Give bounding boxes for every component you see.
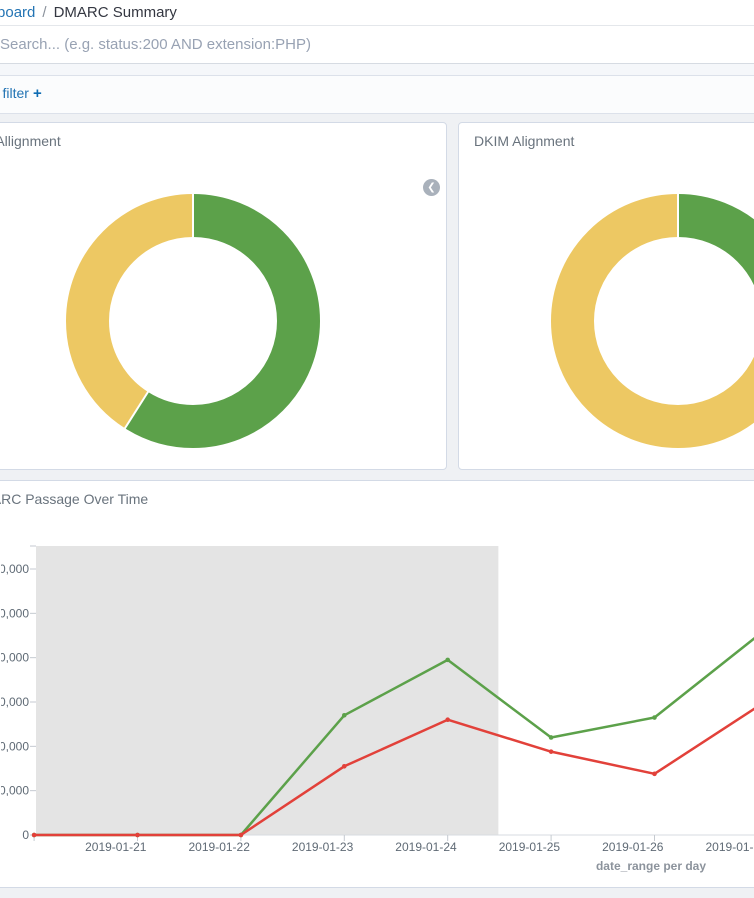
y-tick-label: 10,000: [1, 784, 29, 798]
data-point-dmarc_pass[interactable]: [342, 713, 347, 718]
breadcrumb-row: Dashboard / DMARC Summary: [0, 0, 754, 26]
x-tick-label: 2019-01-23: [292, 840, 354, 854]
data-point-dmarc_fail[interactable]: [342, 764, 347, 769]
plus-icon: +: [33, 85, 42, 102]
breadcrumb-separator: /: [42, 4, 46, 21]
data-point-dmarc_fail[interactable]: [549, 749, 554, 754]
dkim-donut-chart[interactable]: [548, 191, 754, 451]
add-filter-button[interactable]: Add a filter+: [0, 85, 42, 102]
breadcrumb-link-dashboard[interactable]: Dashboard: [0, 4, 35, 21]
spf-donut-chart[interactable]: [63, 191, 323, 451]
data-point-dmarc_pass[interactable]: [652, 715, 657, 720]
toolbar-gap: [0, 64, 754, 75]
x-tick-label: 2019-01-25: [499, 840, 561, 854]
data-point-dmarc_fail[interactable]: [652, 772, 657, 777]
add-filter-label: Add a filter: [0, 85, 29, 101]
y-tick-label: 40,000: [1, 651, 29, 665]
donut-ring: [88, 216, 299, 427]
filter-bar: Add a filter+: [0, 75, 754, 114]
panel-title-dkim: DKIM Alignment: [474, 133, 574, 149]
y-tick-label: 60,000: [1, 562, 29, 576]
y-tick-label: 30,000: [1, 695, 29, 709]
panel-dkim-alignment: DKIM Alignment: [458, 122, 754, 470]
x-tick-label: 2019-01-21: [85, 840, 147, 854]
panel-dmarc-passage: DMARC Passage Over Time 010,00020,00030,…: [0, 480, 754, 888]
breadcrumb-current: DMARC Summary: [54, 4, 177, 21]
time-filter-shaded-region: [36, 546, 498, 836]
y-axis-labels: 0 10,000 20,000 30,000 40,000 50,000 60,000: [1, 546, 36, 842]
data-point-dmarc_pass[interactable]: [445, 658, 450, 663]
panel-title-spf: SPF Allignment: [0, 133, 61, 149]
data-point-dmarc_fail[interactable]: [239, 833, 244, 838]
x-tick-label: 2019-01-27: [706, 840, 754, 854]
query-bar: [0, 26, 754, 64]
kibana-dashboard: Dashboard / DMARC Summary Add a filter+ SP…: [0, 0, 754, 898]
legend-toggle-icon[interactable]: ❮: [423, 179, 440, 196]
x-axis-title: date_range per day: [596, 859, 706, 873]
x-tick-label: 2019-01-24: [395, 840, 457, 854]
dmarc-passage-line-chart[interactable]: 0 10,000 20,000 30,000 40,000 50,000 60,000 201…: [1, 481, 754, 889]
y-tick-label: 50,000: [1, 606, 29, 620]
x-axis-labels: 2019-01-21 2019-01-22 2019-01-23 2019-01-24…: [34, 835, 754, 854]
donut-ring: [573, 216, 754, 427]
data-point-dmarc_pass[interactable]: [549, 735, 554, 740]
data-point-dmarc_fail[interactable]: [32, 833, 37, 838]
data-point-dmarc_fail[interactable]: [135, 833, 140, 838]
panel-spf-alignment: SPF Allignment ❮: [0, 122, 447, 470]
data-point-dmarc_fail[interactable]: [445, 717, 450, 722]
x-tick-label: 2019-01-26: [602, 840, 664, 854]
y-tick-label: 0: [22, 828, 29, 842]
y-tick-label: 20,000: [1, 739, 29, 753]
breadcrumb: Dashboard / DMARC Summary: [0, 4, 177, 21]
x-tick-label: 2019-01-22: [189, 840, 251, 854]
search-input[interactable]: [0, 26, 754, 63]
